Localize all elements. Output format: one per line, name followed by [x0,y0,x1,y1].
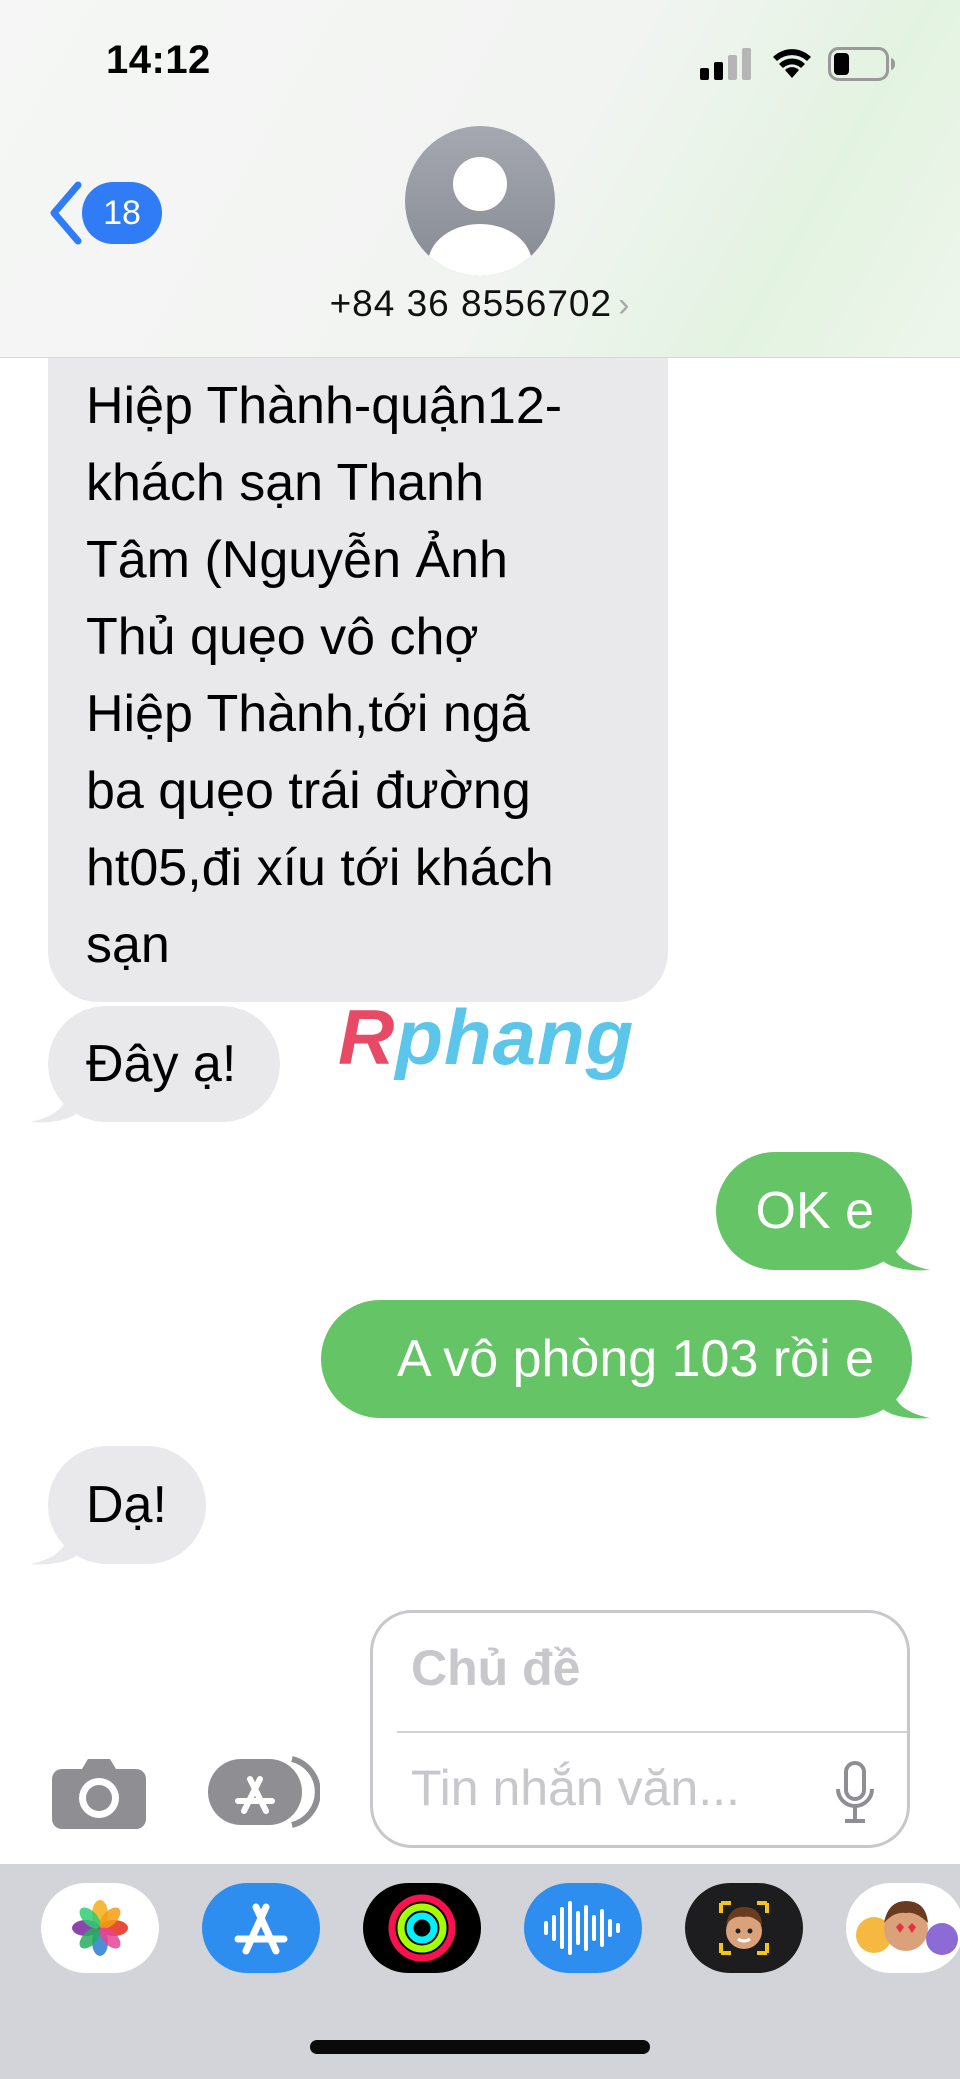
home-indicator [310,2040,650,2054]
app-store-app-icon[interactable] [202,1883,320,1973]
cellular-signal-icon [700,48,751,80]
audio-app-icon[interactable] [524,1883,642,1973]
app-store-icon[interactable] [208,1755,320,1829]
received-message-address[interactable]: Hiệp Thành-quận12- khách sạn Thanh Tâm (… [48,290,668,1002]
received-message[interactable]: Đây ạ! [48,1006,280,1122]
wifi-icon [773,49,811,78]
unread-count-badge: 18 [82,182,162,244]
sent-message[interactable]: A vô phòng 103 rồi e [321,1300,912,1418]
camera-icon[interactable] [52,1755,146,1829]
fitness-app-icon[interactable] [363,1883,481,1973]
memoji-app-icon[interactable] [685,1883,803,1973]
contact-avatar[interactable] [405,126,555,276]
conversation-header: 14:12 18 +84 36 8556702 › [0,0,960,358]
chevron-right-icon: › [618,286,631,324]
status-time: 14:12 [106,38,211,82]
watermark-logo: Rphang [338,993,635,1081]
compose-divider [397,1731,907,1733]
chevron-left-icon [50,181,82,245]
back-button[interactable]: 18 [48,178,162,248]
compose-box[interactable]: Chủ đề Tin nhắn văn... [370,1610,910,1848]
bubble-tail [880,1228,930,1271]
bubble-tail [30,1080,80,1123]
photos-app-icon[interactable] [41,1883,159,1973]
bubble-tail [30,1522,80,1565]
bubble-tail [880,1376,930,1419]
battery-icon [828,47,895,81]
contact-name[interactable]: +84 36 8556702 › [0,283,960,325]
animoji-app-icon[interactable] [846,1883,960,1973]
subject-input[interactable]: Chủ đề [411,1639,580,1697]
mic-icon[interactable] [835,1761,875,1825]
message-input[interactable]: Tin nhắn văn... [411,1759,740,1817]
